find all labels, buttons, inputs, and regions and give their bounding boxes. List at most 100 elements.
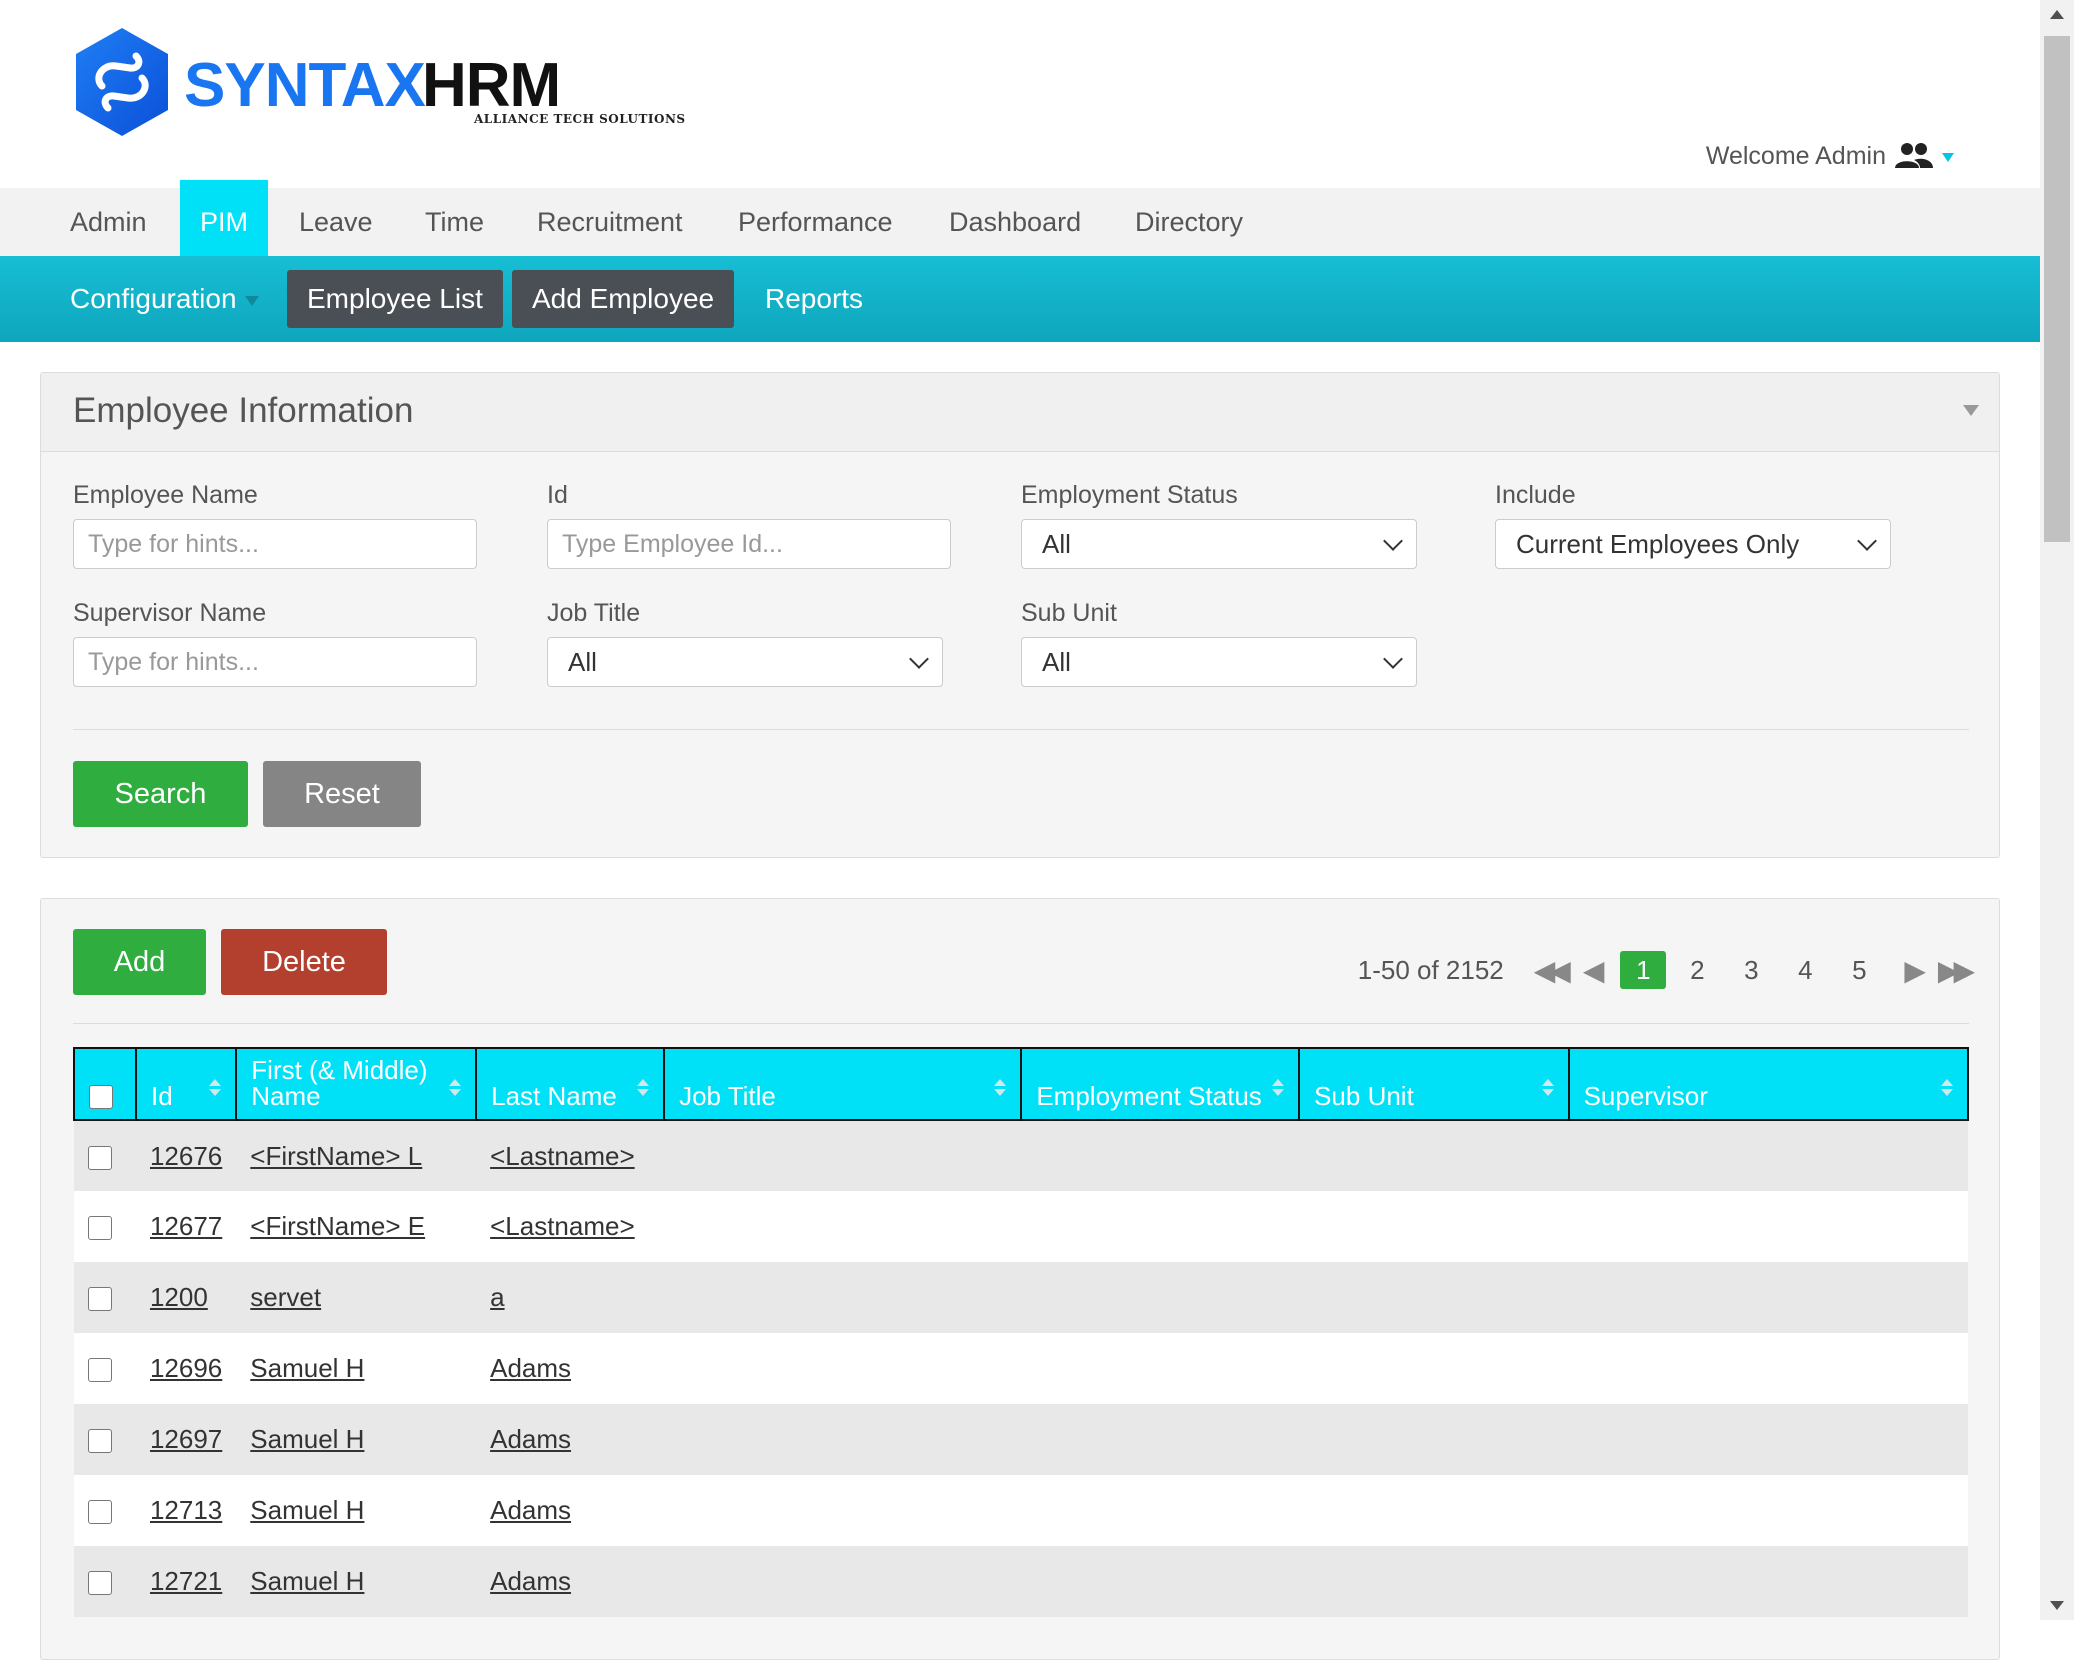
employee-first-name-link[interactable]: <FirstName> L — [250, 1141, 422, 1171]
welcome-menu[interactable]: Welcome Admin — [1706, 140, 1954, 172]
row-checkbox[interactable] — [88, 1216, 112, 1241]
col-employment-status[interactable]: Employment Status — [1020, 1047, 1301, 1121]
delete-button[interactable]: Delete — [221, 929, 387, 995]
page-3[interactable]: 3 — [1728, 951, 1774, 989]
employee-first-name-link[interactable]: Samuel H — [250, 1353, 364, 1383]
employee-last-name-link[interactable]: <Lastname> — [490, 1211, 635, 1241]
employee-id-link[interactable]: 12676 — [150, 1141, 222, 1171]
employee-last-name-link[interactable]: Adams — [490, 1424, 571, 1454]
supervisor-cell — [1568, 1262, 1968, 1333]
scroll-down-icon[interactable] — [2050, 1601, 2064, 1610]
employment-status-cell — [1021, 1404, 1300, 1475]
job-title-value: All — [568, 647, 597, 677]
col-job-title[interactable]: Job Title — [663, 1047, 1023, 1121]
nav-admin[interactable]: Admin — [70, 188, 147, 256]
employee-id-link[interactable]: 12696 — [150, 1353, 222, 1383]
employee-last-name-link[interactable]: Adams — [490, 1566, 571, 1596]
first-page-icon[interactable]: ◀◀ — [1534, 954, 1571, 987]
subnav-add-employee[interactable]: Add Employee — [512, 270, 735, 328]
employee-first-name-link[interactable]: Samuel H — [250, 1424, 364, 1454]
row-checkbox[interactable] — [88, 1500, 112, 1525]
job-title-select[interactable]: All — [547, 637, 943, 687]
col-employment-status-label: Employment Status — [1036, 1081, 1262, 1111]
col-sub-unit[interactable]: Sub Unit — [1298, 1047, 1570, 1121]
nav-dashboard[interactable]: Dashboard — [949, 188, 1081, 256]
id-label: Id — [547, 481, 568, 509]
table-row: 1200 servet a — [74, 1262, 1968, 1333]
subnav-reports[interactable]: Reports — [765, 270, 863, 328]
row-checkbox[interactable] — [88, 1358, 112, 1383]
employee-last-name-link[interactable]: a — [490, 1282, 504, 1312]
page-2[interactable]: 2 — [1674, 951, 1720, 989]
col-id[interactable]: Id — [134, 1047, 238, 1121]
col-supervisor[interactable]: Supervisor — [1567, 1047, 1970, 1121]
sub-unit-cell — [1299, 1404, 1569, 1475]
search-button[interactable]: Search — [73, 761, 248, 827]
sub-unit-cell — [1299, 1262, 1569, 1333]
vertical-scrollbar[interactable] — [2040, 0, 2074, 1620]
brand-logo[interactable]: SYNTAX HRM ALLIANCE TECH SOLUTIONS — [72, 26, 685, 138]
supervisor-name-input[interactable] — [73, 637, 477, 687]
row-checkbox[interactable] — [88, 1145, 112, 1170]
job-title-cell — [664, 1120, 1022, 1191]
page-4[interactable]: 4 — [1782, 951, 1828, 989]
scroll-up-icon[interactable] — [2050, 10, 2064, 19]
pagination: 1-50 of 2152 ◀◀ ◀ 1 2 3 4 5 ▶ ▶▶ — [1358, 951, 1975, 989]
next-page-icon[interactable]: ▶ — [1904, 954, 1925, 987]
row-checkbox[interactable] — [88, 1429, 112, 1454]
page-5[interactable]: 5 — [1836, 951, 1882, 989]
users-icon — [1895, 143, 1933, 168]
employee-id-link[interactable]: 12677 — [150, 1211, 222, 1241]
chevron-down-icon — [1857, 531, 1877, 551]
row-checkbox[interactable] — [88, 1287, 112, 1312]
page-1[interactable]: 1 — [1620, 951, 1667, 989]
include-value: Current Employees Only — [1516, 529, 1800, 559]
main-nav: Admin PIM Leave Time Recruitment Perform… — [0, 180, 2040, 257]
collapse-toggle-icon[interactable] — [1963, 405, 1979, 416]
employee-id-link[interactable]: 12713 — [150, 1495, 222, 1525]
employee-first-name-link[interactable]: servet — [250, 1282, 321, 1312]
employee-first-name-link[interactable]: Samuel H — [250, 1566, 364, 1596]
scrollbar-thumb[interactable] — [2044, 36, 2070, 542]
prev-page-icon[interactable]: ◀ — [1583, 954, 1604, 987]
subnav-employee-list[interactable]: Employee List — [287, 270, 503, 328]
employment-status-cell — [1021, 1262, 1300, 1333]
nav-time[interactable]: Time — [425, 188, 484, 256]
nav-leave[interactable]: Leave — [299, 188, 373, 256]
employee-first-name-link[interactable]: <FirstName> E — [250, 1211, 425, 1241]
employee-name-input[interactable] — [73, 519, 477, 569]
job-title-label: Job Title — [547, 599, 641, 627]
row-checkbox[interactable] — [88, 1571, 112, 1596]
include-select[interactable]: Current Employees Only — [1495, 519, 1891, 569]
sub-unit-cell — [1299, 1546, 1569, 1617]
employment-status-cell — [1021, 1120, 1300, 1191]
table-row: 12676 <FirstName> L <Lastname> — [74, 1120, 1968, 1191]
last-page-icon[interactable]: ▶▶ — [1938, 954, 1975, 987]
employee-last-name-link[interactable]: <Lastname> — [490, 1141, 635, 1171]
employee-id-input[interactable] — [547, 519, 951, 569]
add-button[interactable]: Add — [73, 929, 206, 995]
reset-button[interactable]: Reset — [263, 761, 421, 827]
nav-pim[interactable]: PIM — [180, 180, 269, 256]
nav-performance[interactable]: Performance — [738, 188, 893, 256]
job-title-cell — [664, 1404, 1022, 1475]
supervisor-name-label: Supervisor Name — [73, 599, 267, 627]
col-last-name[interactable]: Last Name — [475, 1047, 666, 1121]
employee-last-name-link[interactable]: Adams — [490, 1353, 571, 1383]
table-row: 12697 Samuel H Adams — [74, 1404, 1968, 1475]
employee-first-name-link[interactable]: Samuel H — [250, 1495, 364, 1525]
nav-directory[interactable]: Directory — [1135, 188, 1243, 256]
subnav-configuration[interactable]: Configuration — [70, 270, 259, 328]
nav-recruitment[interactable]: Recruitment — [537, 188, 683, 256]
select-all-checkbox[interactable] — [89, 1085, 113, 1109]
employee-id-link[interactable]: 12721 — [150, 1566, 222, 1596]
chevron-down-icon — [909, 649, 929, 669]
sub-unit-select[interactable]: All — [1021, 637, 1417, 687]
col-first-middle-name[interactable]: First (& Middle) Name — [235, 1047, 478, 1121]
sub-nav: Configuration Employee List Add Employee… — [0, 256, 2040, 342]
employee-last-name-link[interactable]: Adams — [490, 1495, 571, 1525]
employee-id-link[interactable]: 12697 — [150, 1424, 222, 1454]
employment-status-select[interactable]: All — [1021, 519, 1417, 569]
col-first-middle-name-label: First (& Middle) Name — [251, 1055, 428, 1111]
employee-id-link[interactable]: 1200 — [150, 1282, 208, 1312]
